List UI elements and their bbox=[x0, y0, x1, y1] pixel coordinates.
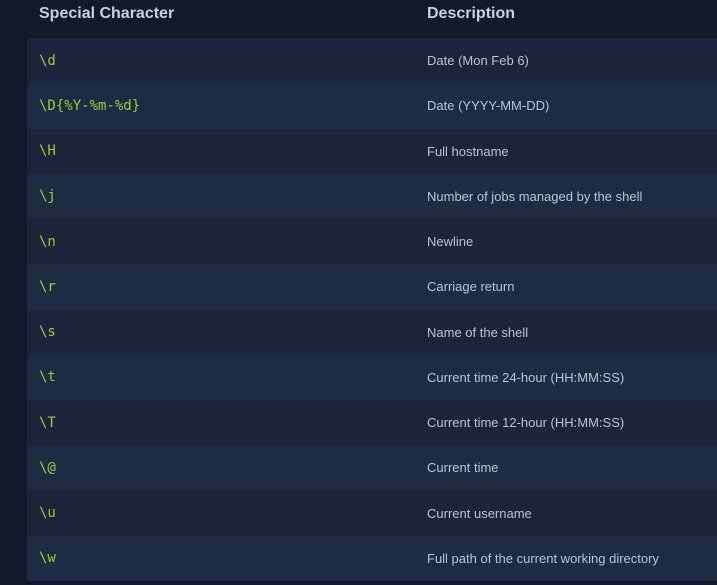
special-character-code: \j bbox=[39, 188, 56, 205]
table-row: \j Number of jobs managed by the shell bbox=[27, 173, 717, 219]
special-character-code: \s bbox=[39, 324, 56, 341]
table-row: \@ Current time bbox=[27, 445, 717, 491]
special-character-description: Full hostname bbox=[427, 143, 509, 159]
special-character-description: Date (YYYY-MM-DD) bbox=[427, 98, 550, 114]
special-character-code: \t bbox=[39, 369, 56, 386]
table-row: \u Current username bbox=[27, 490, 717, 536]
table-row: \n Newline bbox=[27, 219, 717, 265]
special-character-description: Current username bbox=[427, 505, 532, 521]
table-header: Special Character Description bbox=[27, 0, 717, 38]
special-character-description: Full path of the current working directo… bbox=[427, 550, 659, 566]
special-character-code: \u bbox=[39, 505, 56, 522]
special-character-code: \T bbox=[39, 414, 56, 431]
special-character-description: Current time 24-hour (HH:MM:SS) bbox=[427, 369, 625, 385]
special-character-description: Number of jobs managed by the shell bbox=[427, 188, 643, 204]
special-characters-table: Special Character Description \d Date (M… bbox=[27, 0, 717, 581]
special-character-code: \H bbox=[39, 143, 56, 160]
special-character-description: Carriage return bbox=[427, 279, 515, 295]
special-character-description: Current time 12-hour (HH:MM:SS) bbox=[427, 415, 625, 431]
table-row: \d Date (Mon Feb 6) bbox=[27, 38, 717, 84]
table-row: \s Name of the shell bbox=[27, 309, 717, 355]
special-character-description: Name of the shell bbox=[427, 324, 529, 340]
special-character-code: \r bbox=[39, 278, 56, 295]
table-row: \T Current time 12-hour (HH:MM:SS) bbox=[27, 400, 717, 446]
header-special-character: Special Character bbox=[39, 5, 175, 22]
table-row: \t Current time 24-hour (HH:MM:SS) bbox=[27, 354, 717, 400]
table-row: \w Full path of the current working dire… bbox=[27, 535, 717, 581]
special-character-code: \d bbox=[39, 52, 56, 69]
special-character-description: Newline bbox=[427, 234, 474, 250]
header-description: Description bbox=[427, 5, 516, 22]
table-row: \D{%Y-%m-%d} Date (YYYY-MM-DD) bbox=[27, 83, 717, 129]
special-character-code: \n bbox=[39, 233, 56, 250]
special-character-description: Current time bbox=[427, 460, 499, 476]
special-character-code: \@ bbox=[39, 459, 56, 476]
special-character-description: Date (Mon Feb 6) bbox=[427, 53, 529, 69]
table-row: \H Full hostname bbox=[27, 128, 717, 174]
table-row: \r Carriage return bbox=[27, 264, 717, 310]
special-character-code: \w bbox=[39, 550, 56, 567]
special-character-code: \D{%Y-%m-%d} bbox=[39, 97, 141, 114]
